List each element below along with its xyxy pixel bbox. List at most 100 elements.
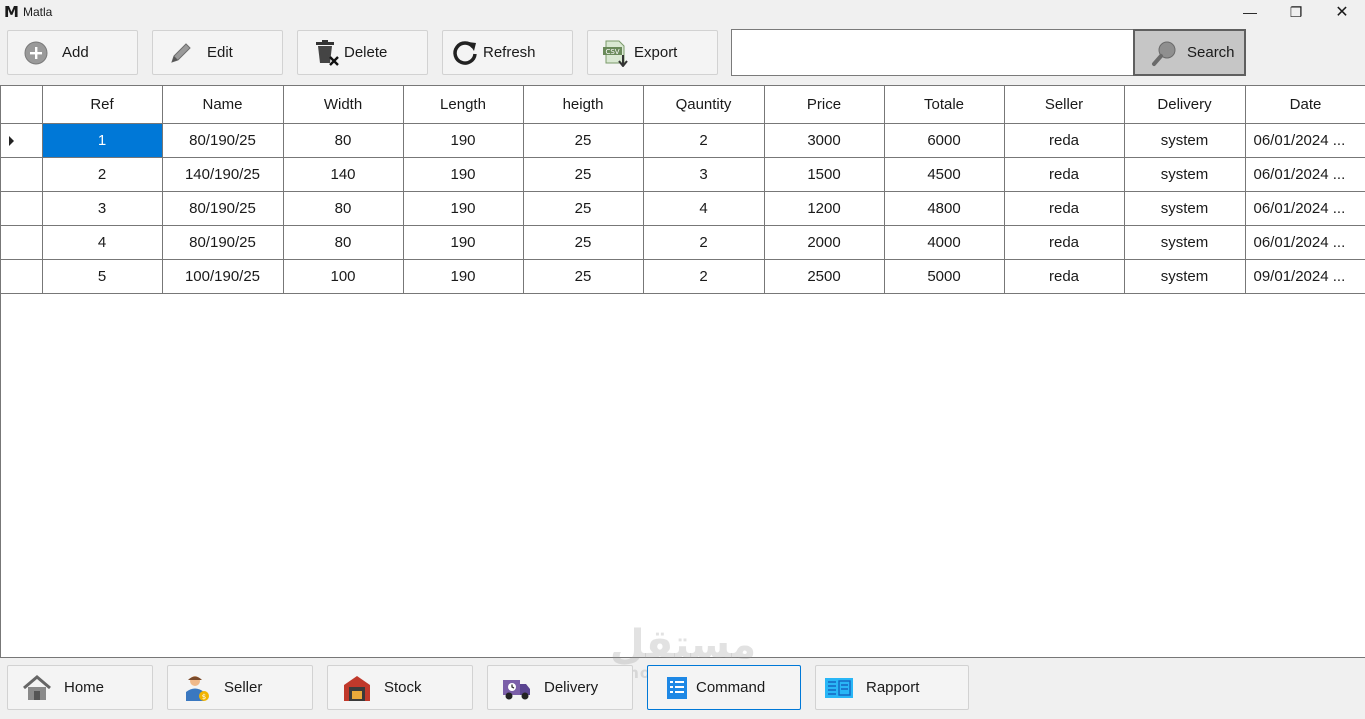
refresh-button[interactable]: Refresh <box>442 30 573 75</box>
table-row[interactable]: 3 80/190/25 80 190 25 4 1200 4800 reda system 06/0… <box>1 190 1365 226</box>
table-cell[interactable]: 06/01/2024 ... <box>1244 122 1365 158</box>
table-cell[interactable]: 1 <box>41 122 163 158</box>
table-cell[interactable]: 09/01/2024 ... <box>1244 258 1365 294</box>
maximize-button[interactable]: ❐ <box>1273 0 1319 24</box>
column-header[interactable]: Seller <box>1003 86 1125 124</box>
table-cell[interactable]: system <box>1123 224 1246 260</box>
table-cell[interactable]: 140/190/25 <box>161 156 284 192</box>
delete-button[interactable]: Delete <box>297 30 428 75</box>
column-header[interactable]: Delivery <box>1123 86 1246 124</box>
data-grid[interactable]: Ref Name Width Length heigth Qauntity Pr… <box>0 85 1365 658</box>
window-title: Matla <box>23 5 53 19</box>
table-cell[interactable]: 4500 <box>883 156 1005 192</box>
export-button[interactable]: CSV Export <box>587 30 718 75</box>
table-cell[interactable]: 80/190/25 <box>161 190 284 226</box>
table-cell[interactable]: 80/190/25 <box>161 122 284 158</box>
table-cell[interactable]: 190 <box>402 122 524 158</box>
warehouse-icon <box>342 674 372 702</box>
table-cell[interactable]: 25 <box>522 190 644 226</box>
nav-seller-button[interactable]: $ Seller <box>167 665 313 710</box>
table-cell[interactable]: 190 <box>402 190 524 226</box>
table-row[interactable]: 1 80/190/25 80 190 25 2 3000 6000 reda system 06/0… <box>1 122 1365 158</box>
column-header[interactable]: Name <box>161 86 284 124</box>
table-cell[interactable]: 80 <box>282 224 404 260</box>
minimize-button[interactable]: — <box>1227 0 1273 24</box>
table-cell[interactable]: 06/01/2024 ... <box>1244 156 1365 192</box>
table-cell[interactable]: system <box>1123 156 1246 192</box>
row-header[interactable] <box>1 190 43 226</box>
add-button[interactable]: Add <box>7 30 138 75</box>
table-cell[interactable]: 80 <box>282 190 404 226</box>
nav-rapport-button[interactable]: Rapport <box>815 665 969 710</box>
search-button[interactable]: Search <box>1133 29 1246 76</box>
table-cell[interactable]: 190 <box>402 224 524 260</box>
nav-stock-button[interactable]: Stock <box>327 665 473 710</box>
column-header[interactable]: heigth <box>522 86 644 124</box>
table-cell[interactable]: 1200 <box>763 190 885 226</box>
table-cell[interactable]: 3000 <box>763 122 885 158</box>
table-cell[interactable]: reda <box>1003 258 1125 294</box>
row-header[interactable] <box>1 258 43 294</box>
table-cell[interactable]: 6000 <box>883 122 1005 158</box>
nav-delivery-button[interactable]: Delivery <box>487 665 633 710</box>
table-cell[interactable]: 25 <box>522 156 644 192</box>
close-button[interactable]: ✕ <box>1319 0 1365 24</box>
table-cell[interactable]: 1500 <box>763 156 885 192</box>
command-list-icon <box>662 674 692 702</box>
table-cell[interactable]: 80/190/25 <box>161 224 284 260</box>
table-row[interactable]: 2 140/190/25 140 190 25 3 1500 4500 reda system 06… <box>1 156 1365 192</box>
table-cell[interactable]: 190 <box>402 258 524 294</box>
table-row[interactable]: 4 80/190/25 80 190 25 2 2000 4000 reda system 06/0… <box>1 224 1365 260</box>
search-input[interactable] <box>731 29 1134 76</box>
table-cell[interactable]: 2 <box>642 258 765 294</box>
title-bar: M Matla — ❐ ✕ <box>0 0 1365 24</box>
table-cell[interactable]: 4000 <box>883 224 1005 260</box>
table-cell[interactable]: 3 <box>41 190 163 226</box>
table-cell[interactable]: reda <box>1003 156 1125 192</box>
table-cell[interactable]: reda <box>1003 122 1125 158</box>
table-cell[interactable]: 190 <box>402 156 524 192</box>
table-cell[interactable]: 06/01/2024 ... <box>1244 190 1365 226</box>
nav-home-button[interactable]: Home <box>7 665 153 710</box>
table-cell[interactable]: 2000 <box>763 224 885 260</box>
table-cell[interactable]: 140 <box>282 156 404 192</box>
svg-text:CSV: CSV <box>605 47 619 55</box>
table-cell[interactable]: 4800 <box>883 190 1005 226</box>
table-cell[interactable]: 4 <box>642 190 765 226</box>
column-header[interactable]: Length <box>402 86 524 124</box>
table-row[interactable]: 5 100/190/25 100 190 25 2 2500 5000 reda system 09… <box>1 258 1365 294</box>
table-cell[interactable]: 06/01/2024 ... <box>1244 224 1365 260</box>
table-cell[interactable]: reda <box>1003 224 1125 260</box>
column-header[interactable]: Totale <box>883 86 1005 124</box>
table-cell[interactable]: 25 <box>522 122 644 158</box>
table-cell[interactable]: system <box>1123 258 1246 294</box>
row-header[interactable] <box>1 156 43 192</box>
column-header[interactable]: Width <box>282 86 404 124</box>
table-cell[interactable]: 2 <box>642 224 765 260</box>
table-cell[interactable]: 2 <box>41 156 163 192</box>
table-cell[interactable]: 25 <box>522 224 644 260</box>
column-header[interactable]: Qauntity <box>642 86 765 124</box>
command-table: Ref Name Width Length heigth Qauntity Pr… <box>1 86 1365 294</box>
nav-delivery-label: Delivery <box>544 679 599 696</box>
column-header[interactable]: Price <box>763 86 885 124</box>
table-cell[interactable]: 2 <box>642 122 765 158</box>
table-cell[interactable]: system <box>1123 190 1246 226</box>
table-cell[interactable]: 80 <box>282 122 404 158</box>
column-header[interactable]: Ref <box>41 86 163 124</box>
table-cell[interactable]: 3 <box>642 156 765 192</box>
table-cell[interactable]: 100/190/25 <box>161 258 284 294</box>
nav-command-button[interactable]: Command <box>647 665 801 710</box>
table-cell[interactable]: 4 <box>41 224 163 260</box>
table-cell[interactable]: 2500 <box>763 258 885 294</box>
edit-button[interactable]: Edit <box>152 30 283 75</box>
table-cell[interactable]: 100 <box>282 258 404 294</box>
row-header[interactable] <box>1 122 43 158</box>
table-cell[interactable]: 5000 <box>883 258 1005 294</box>
table-cell[interactable]: 25 <box>522 258 644 294</box>
table-cell[interactable]: reda <box>1003 190 1125 226</box>
table-cell[interactable]: system <box>1123 122 1246 158</box>
table-cell[interactable]: 5 <box>41 258 163 294</box>
row-header[interactable] <box>1 224 43 260</box>
column-header[interactable]: Date <box>1244 86 1365 124</box>
